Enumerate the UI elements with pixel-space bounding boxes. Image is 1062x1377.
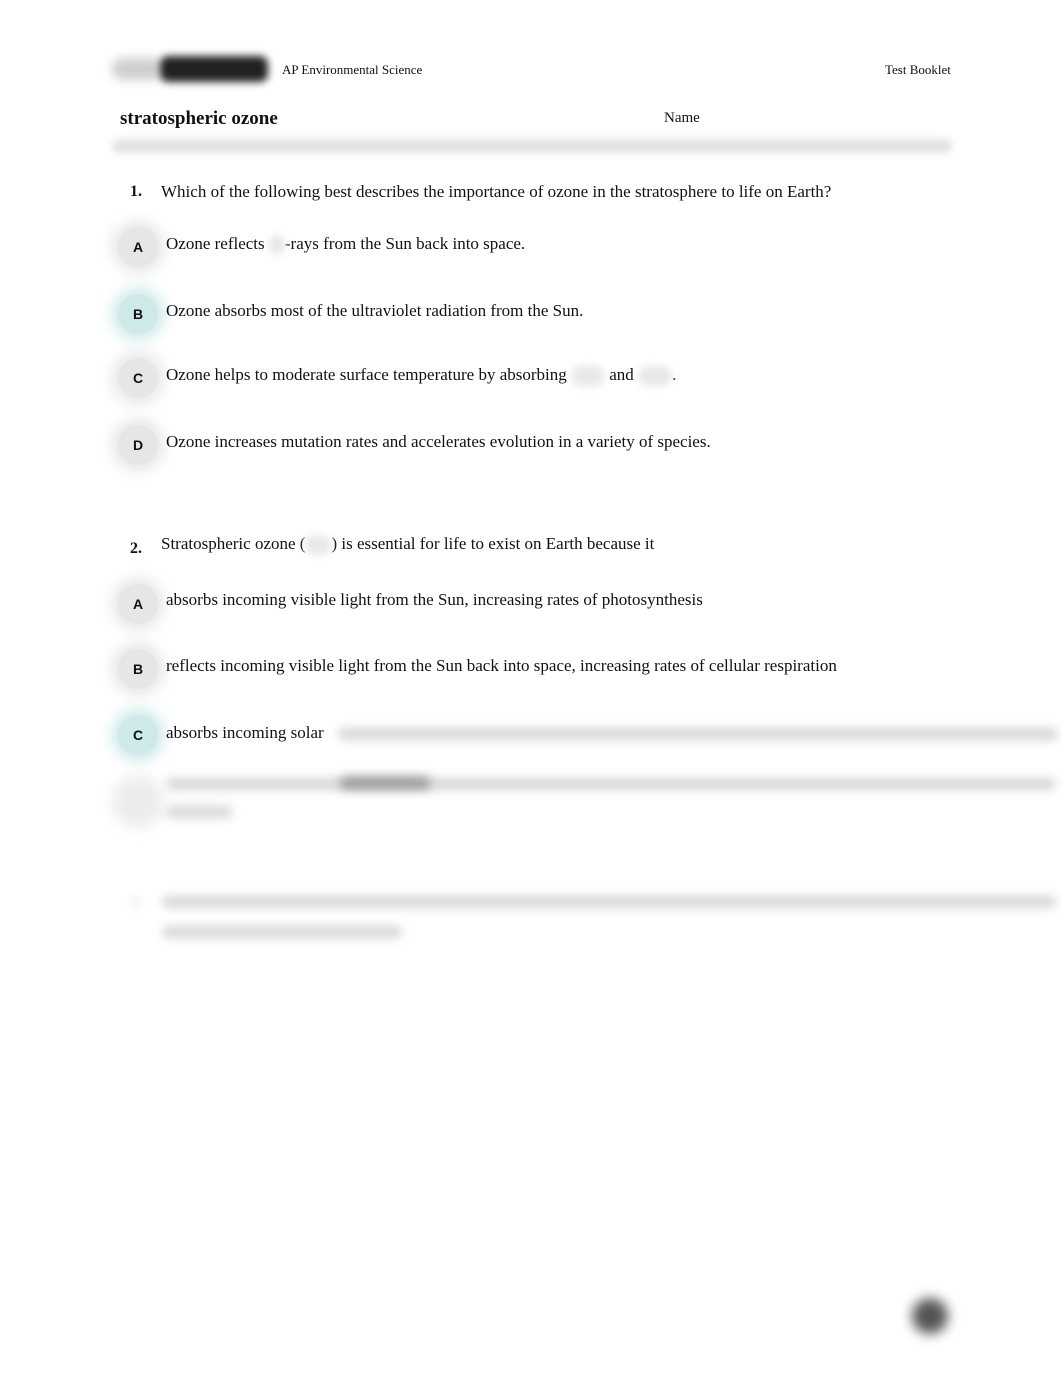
option-letter: C xyxy=(132,727,144,743)
name-label: Name xyxy=(664,110,700,126)
option-badge-a[interactable]: A xyxy=(112,578,164,630)
redacted-text xyxy=(162,926,402,938)
redacted-formula xyxy=(638,366,673,387)
stem-part: ) is essential for life to exist on Eart… xyxy=(331,534,655,553)
question-number: 2. xyxy=(130,540,142,557)
option-badge-d[interactable]: D xyxy=(112,419,164,471)
option-text-part: . xyxy=(672,365,677,384)
option-text: Ozone helps to moderate surface temperat… xyxy=(166,365,677,387)
option-letter: A xyxy=(132,239,144,255)
name-field[interactable] xyxy=(112,139,952,153)
option-letter: B xyxy=(132,661,144,677)
option-text-part: Ozone helps to moderate surface temperat… xyxy=(166,365,572,384)
option-text: Ozone absorbs most of the ultraviolet ra… xyxy=(166,301,584,320)
option-text-part: -rays from the Sun back into space. xyxy=(284,234,526,253)
option-badge-b[interactable]: B xyxy=(112,288,164,340)
question-stem: Which of the following best describes th… xyxy=(161,182,832,201)
page-title: stratospheric ozone xyxy=(120,108,278,129)
option-text: absorbs incoming visible light from the … xyxy=(166,590,703,609)
question-number: 1. xyxy=(130,183,142,200)
option-badge-a[interactable]: A xyxy=(112,221,164,273)
option-letter: B xyxy=(132,306,144,322)
redacted-formula xyxy=(571,366,606,387)
option-letter: C xyxy=(132,370,144,386)
page-number-badge xyxy=(912,1298,948,1334)
redacted-text xyxy=(340,777,430,789)
redacted-text xyxy=(338,728,1058,740)
option-text: absorbs incoming solar xyxy=(166,723,324,742)
option-badge-d[interactable] xyxy=(112,776,164,828)
booklet-label: Test Booklet xyxy=(885,62,951,77)
option-badge-b[interactable]: B xyxy=(112,643,164,695)
redacted-text xyxy=(166,778,1056,790)
redacted-formula xyxy=(305,535,332,556)
option-text-part: and xyxy=(605,365,639,384)
option-text: Ozone reflects -rays from the Sun back i… xyxy=(166,234,526,256)
redacted-question-number xyxy=(132,896,140,908)
option-text: Ozone increases mutation rates and accel… xyxy=(166,432,711,451)
subject-label: AP Environmental Science xyxy=(282,62,423,77)
option-text: reflects incoming visible light from the… xyxy=(166,656,837,675)
question-stem: Stratospheric ozone ( ) is essential for … xyxy=(161,534,655,556)
brand-logo xyxy=(112,52,268,86)
redacted-text xyxy=(166,806,232,818)
redacted-text xyxy=(162,896,1056,908)
option-letter: D xyxy=(132,437,144,453)
stem-part: Stratospheric ozone ( xyxy=(161,534,306,553)
redacted-formula xyxy=(268,235,285,256)
option-letter: A xyxy=(132,596,144,612)
option-badge-c[interactable]: C xyxy=(112,352,164,404)
option-badge-c[interactable]: C xyxy=(112,709,164,761)
option-text-part: Ozone reflects xyxy=(166,234,269,253)
